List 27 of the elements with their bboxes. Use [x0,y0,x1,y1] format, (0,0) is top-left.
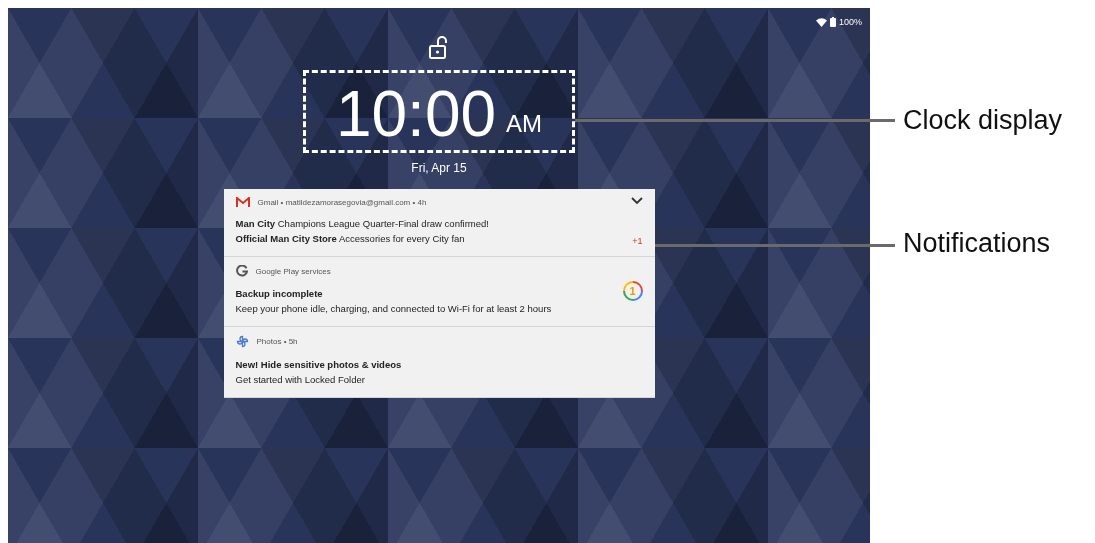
notification-title: Backup incomplete [235,287,324,301]
notification-card[interactable]: Google Play services Backup incomplete Keep your phone idle, charging, and connected to Wi-Fi for at least 2 hours 1 [223,257,655,327]
battery-percentage: 100% [838,17,862,27]
notification-header: Gmail • matildezamorasegovia@gmail.com • 4h [257,197,427,207]
notification-text: Get started with Locked Folder [235,373,366,387]
callout-label: Notifications [903,227,1052,260]
notification-header: Photos • 5h [256,337,298,346]
notification-card[interactable]: Photos • 5h New! Hide sensitive photos & videos Get started with Locked Folder [223,327,655,398]
callout-label: Clock display [903,104,1063,137]
clock-time: 10:00 [335,82,497,146]
notification-title: New! Hide sensitive photos & videos [235,358,403,372]
more-count: +1 [632,236,643,246]
chevron-down-icon[interactable] [630,197,643,205]
email-summary: Man City Champions League Quarter-Final draw confirmed! [235,217,490,231]
wifi-icon [815,17,827,27]
notification-text: Keep your phone idle, charging, and connected to Wi-Fi for at least 2 hours [235,302,553,316]
email-summary: Official Man City Store Accessories for every City fan [235,232,466,246]
pinwheel-icon [235,335,249,348]
unlocked-padlock-icon[interactable] [429,36,449,60]
clock-meridiem: AM [506,110,543,138]
notification-header: Google Play services [255,266,331,276]
mail-icon [235,197,250,207]
progress-ring-badge: 1 [622,280,643,301]
notification-card[interactable]: Gmail • matildezamorasegovia@gmail.com • 4h Man City Champions League Quarter-Final draw confirmed! Official Man City Store Accessories for every City fan +1 [223,189,655,257]
clock-date: Fri, Apr 15 [411,161,467,175]
battery-icon [829,17,836,27]
g-logo-icon [235,265,248,277]
